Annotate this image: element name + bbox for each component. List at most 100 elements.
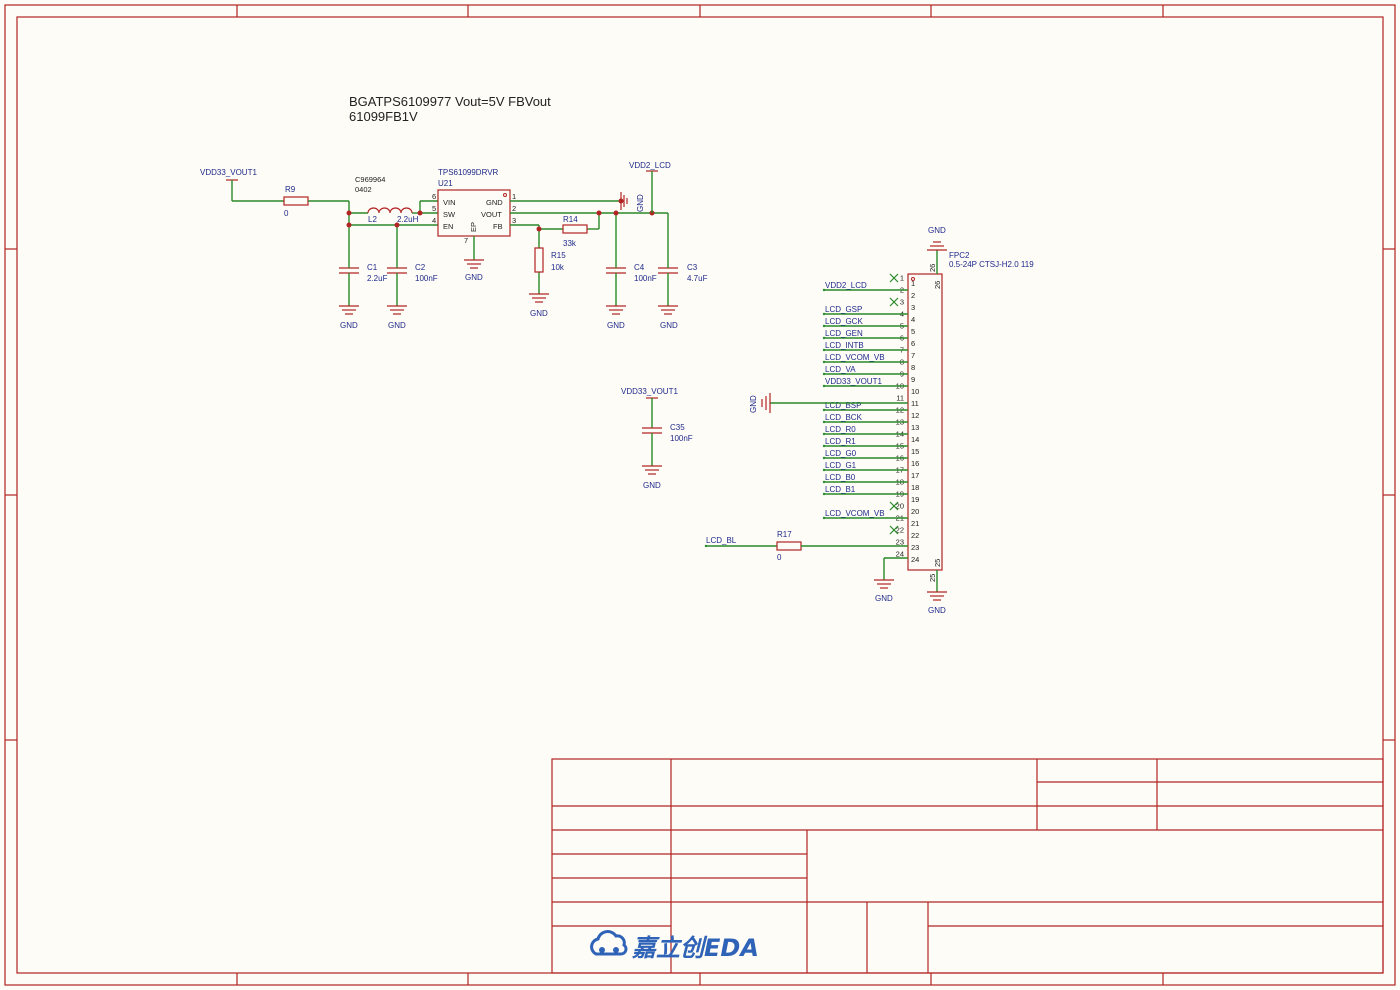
gnd-label-c1: GND xyxy=(340,321,358,330)
fpc2-pin-number-1: 1 xyxy=(900,274,904,283)
fpc2-pin-index-18: 18 xyxy=(911,483,919,492)
fpc2-ref: FPC2 xyxy=(949,251,970,260)
capacitor-c3: C3 4.7uF xyxy=(658,263,708,306)
fpc2-pin-index-1: 1 xyxy=(911,279,915,288)
c2-ref: C2 xyxy=(415,263,426,272)
sheet-frame xyxy=(4,4,1396,986)
resistor-r15: R15 10k xyxy=(534,247,566,273)
u21-pin-fb: FB xyxy=(493,222,503,231)
c3-value: 4.7uF xyxy=(687,274,708,283)
svg-text:7: 7 xyxy=(464,236,468,245)
l2-value: 2.2uH xyxy=(397,215,419,224)
svg-text:5: 5 xyxy=(432,204,436,213)
r14-value: 33k xyxy=(563,239,577,248)
gnd-label-c4: GND xyxy=(607,321,625,330)
u21-pin-sw: SW xyxy=(443,210,456,219)
svg-text:25: 25 xyxy=(928,574,937,582)
l2-part-number: C969964 xyxy=(355,175,385,184)
gnd-label-c3: GND xyxy=(660,321,678,330)
u21-pin-vout: VOUT xyxy=(481,210,502,219)
fpc2-net-label-pin21: LCD_VCOM_VB xyxy=(825,509,885,518)
fpc2-net-label-pin8: LCD_VCOM_VB xyxy=(825,353,885,362)
gnd-label-fpc2-pin24: GND xyxy=(875,594,893,603)
gnd-symbol-u21-ep: GND xyxy=(464,259,484,282)
inductor-l2: C969964 0402 L2 2.2uH xyxy=(355,175,419,224)
logo-text: 嘉立创EDA xyxy=(631,934,759,962)
resistor-r17: R17 0 xyxy=(776,530,802,562)
fpc2-pin-index-7: 7 xyxy=(911,351,915,360)
l2-package: 0402 xyxy=(355,185,372,194)
fpc2-pin-index-6: 6 xyxy=(911,339,915,348)
u21-value: TPS61099DRVR xyxy=(438,168,499,177)
u21-ref: U21 xyxy=(438,179,453,188)
fpc2-pin-number-23: 23 xyxy=(896,538,904,547)
fpc2-pin-index-19: 19 xyxy=(911,495,919,504)
fpc2-pin-number-24: 24 xyxy=(896,550,904,559)
svg-text:26: 26 xyxy=(928,264,937,272)
svg-text:1: 1 xyxy=(512,192,516,201)
fpc2-net-label-pin2: VDD2_LCD xyxy=(825,281,867,290)
gnd-symbol-c2: GND xyxy=(387,305,407,330)
net-flag-vdd33-c35: VDD33_VOUT1 xyxy=(621,387,678,428)
net-label-vdd2-lcd: VDD2_LCD xyxy=(629,161,671,170)
connector-fpc2: FPC2 0.5-24P CTSJ-H2.0 119 26 25 26 25 1… xyxy=(822,251,1034,582)
gnd-label-u21-ep: GND xyxy=(465,273,483,282)
schematic-title-line2: 61099FB1V xyxy=(349,109,418,124)
fpc2-net-label-pin4: LCD_GSP xyxy=(825,305,862,314)
capacitor-c4: C4 100nF xyxy=(606,263,657,306)
fpc2-pin-index-17: 17 xyxy=(911,471,919,480)
r17-ref: R17 xyxy=(777,530,792,539)
r15-value: 10k xyxy=(551,263,565,272)
r15-ref: R15 xyxy=(551,251,566,260)
gnd-label-c2: GND xyxy=(388,321,406,330)
svg-text:3: 3 xyxy=(512,216,516,225)
eda-logo: 嘉立创EDA xyxy=(590,930,759,962)
svg-text:25: 25 xyxy=(933,559,942,567)
gnd-symbol-fpc2-bottom: GND xyxy=(927,591,947,615)
u21-pin-en: EN xyxy=(443,222,453,231)
schematic-sheet: 嘉立创EDA BGATPS6109977 Vout=5V FBVout 6109… xyxy=(4,4,1396,986)
gnd-symbol-c1: GND xyxy=(339,305,359,330)
c35-value: 100nF xyxy=(670,434,693,443)
gnd-label-r15: GND xyxy=(530,309,548,318)
fpc2-net-label-pin10: VDD33_VOUT1 xyxy=(825,377,882,386)
r17-value: 0 xyxy=(777,553,782,562)
fpc2-pin-index-23: 23 xyxy=(911,543,919,552)
fpc2-pin-number-3: 3 xyxy=(900,298,904,307)
gnd-symbol-u21-pin1: GND xyxy=(620,192,645,212)
u21-pin-vin: VIN xyxy=(443,198,456,207)
c4-value: 100nF xyxy=(634,274,657,283)
r9-ref: R9 xyxy=(285,185,296,194)
fpc2-net-label-pin16: LCD_G0 xyxy=(825,449,857,458)
fpc2-pin-index-9: 9 xyxy=(911,375,915,384)
resistor-r9: R9 0 xyxy=(283,185,309,218)
fpc2-pin-index-5: 5 xyxy=(911,327,915,336)
svg-text:6: 6 xyxy=(432,192,436,201)
gnd-symbol-fpc2-pin24: GND xyxy=(874,579,894,603)
fpc2-pin-index-13: 13 xyxy=(911,423,919,432)
fpc2-pin-number-11: 11 xyxy=(896,394,904,403)
fpc2-net-label-pin7: LCD_INTB xyxy=(825,341,864,350)
fpc2-net-label-pin6: LCD_GEN xyxy=(825,329,863,338)
c2-value: 100nF xyxy=(415,274,438,283)
r9-value: 0 xyxy=(284,209,289,218)
fpc2-pin-index-12: 12 xyxy=(911,411,919,420)
fpc2-pin-index-10: 10 xyxy=(911,387,919,396)
fpc2-net-label-pin15: LCD_R1 xyxy=(825,437,856,446)
u21-pin-gnd: GND xyxy=(486,198,503,207)
ic-u21: TPS61099DRVR U21 VIN SW EN GND VOUT FB E… xyxy=(432,168,516,245)
fpc2-pin-index-8: 8 xyxy=(911,363,915,372)
c3-ref: C3 xyxy=(687,263,698,272)
gnd-symbol-fpc2-pin11: GND xyxy=(749,393,771,413)
fpc2-pin-index-15: 15 xyxy=(911,447,919,456)
fpc2-pin-index-3: 3 xyxy=(911,303,915,312)
fpc2-pin-index-20: 20 xyxy=(911,507,919,516)
fpc2-pin-index-16: 16 xyxy=(911,459,919,468)
net-label-vdd33-c35: VDD33_VOUT1 xyxy=(621,387,678,396)
gnd-label-fpc2-bottom: GND xyxy=(928,606,946,615)
u21-pin-ep: EP xyxy=(469,222,478,232)
fpc2-pin-index-24: 24 xyxy=(911,555,919,564)
fpc2-pin-index-21: 21 xyxy=(911,519,919,528)
svg-text:26: 26 xyxy=(933,281,942,289)
gnd-symbol-c3: GND xyxy=(658,305,678,330)
